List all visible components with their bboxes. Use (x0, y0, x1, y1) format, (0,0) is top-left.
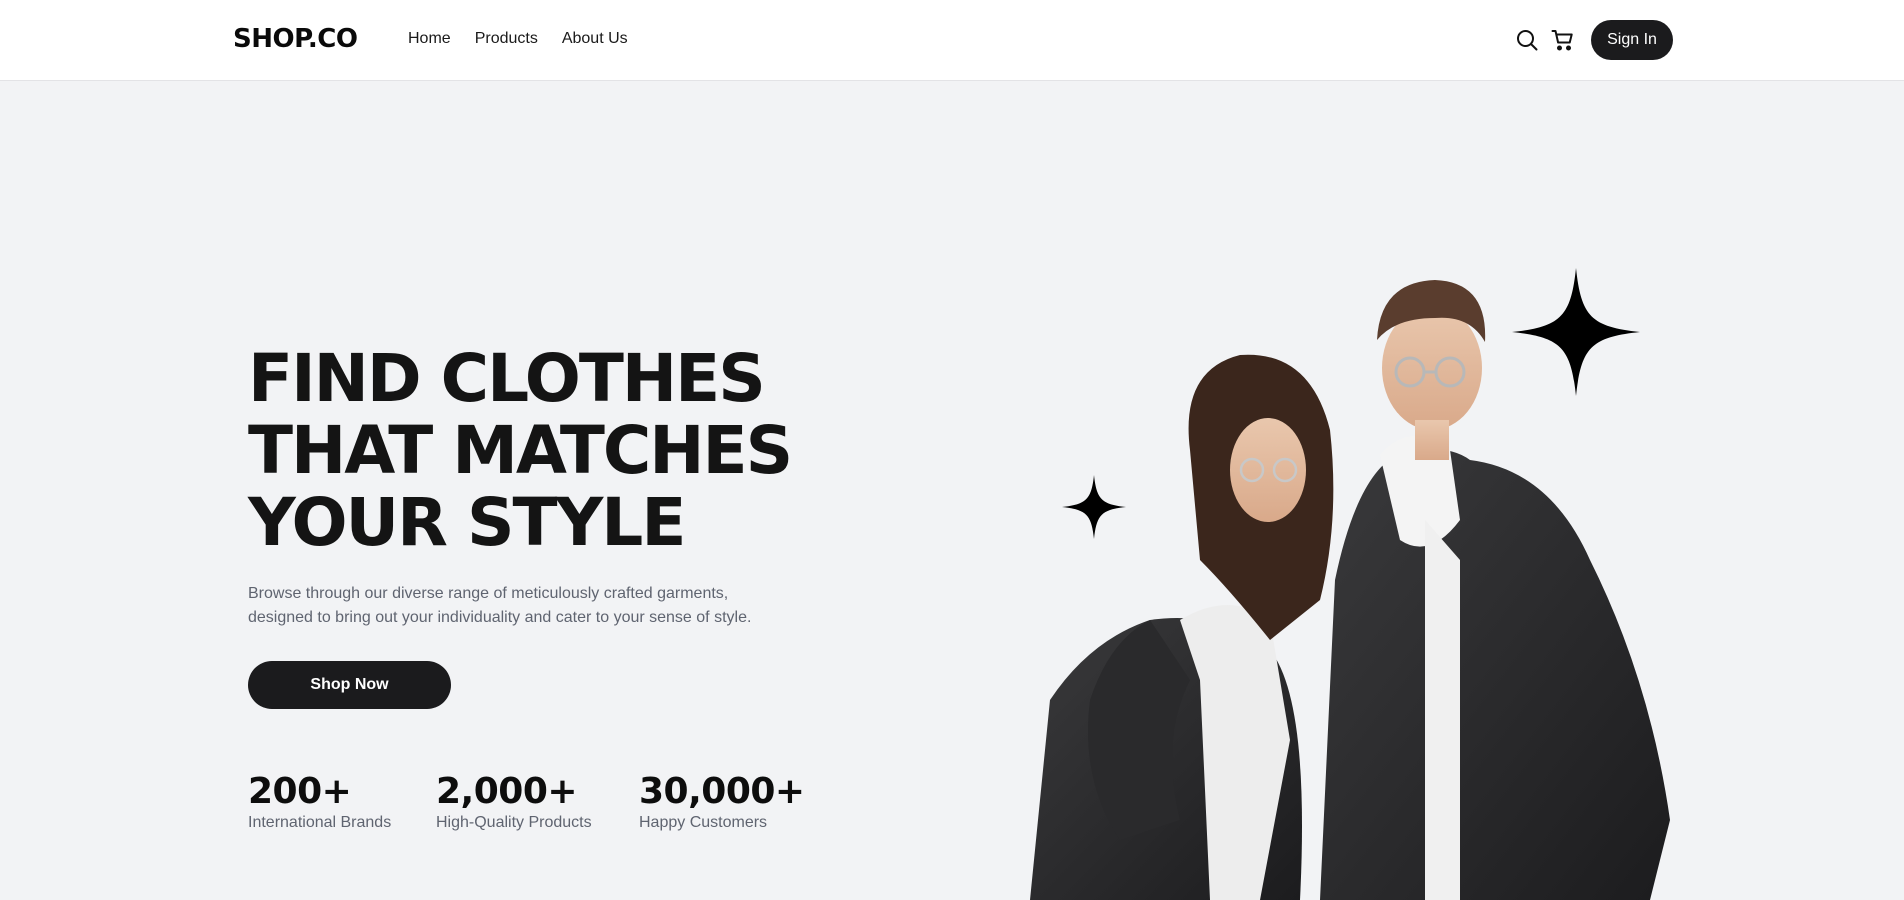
cart-icon (1551, 30, 1573, 51)
nav-link-about-us[interactable]: About Us (562, 30, 628, 48)
stat-value: 30,000+ (639, 771, 805, 812)
hero-models-image (1030, 280, 1670, 900)
brand-logo[interactable]: SHOP.CO (233, 24, 358, 54)
hero-title-line: THAT MATCHES (248, 412, 793, 489)
hero-title-line: FIND CLOTHES (248, 340, 766, 417)
nav-link-home[interactable]: Home (408, 30, 451, 48)
search-button[interactable] (1514, 27, 1540, 53)
hero-description: Browse through our diverse range of meti… (248, 582, 808, 630)
cart-button[interactable] (1550, 27, 1576, 53)
main-nav: Home Products About Us (408, 30, 628, 48)
stat-label: High-Quality Products (436, 814, 592, 831)
site-header: SHOP.CO Home Products About Us Sign In (0, 0, 1904, 81)
nav-link-products[interactable]: Products (475, 30, 538, 48)
search-icon (1517, 30, 1538, 51)
stat-international-brands: 200+ International Brands (248, 770, 391, 832)
hero-title-line: YOUR STYLE (248, 484, 686, 561)
stat-happy-customers: 30,000+ Happy Customers (639, 770, 805, 832)
hero-description-line: designed to bring out your individuality… (248, 609, 752, 626)
stat-value: 200+ (248, 771, 352, 812)
stat-high-quality-products: 2,000+ High-Quality Products (436, 770, 592, 832)
hero-title: FIND CLOTHES THAT MATCHES YOUR STYLE (248, 343, 968, 559)
shop-now-button[interactable]: Shop Now (248, 661, 451, 709)
stat-label: International Brands (248, 814, 392, 831)
stat-value: 2,000+ (436, 771, 578, 812)
sign-in-button[interactable]: Sign In (1591, 20, 1673, 60)
stat-label: Happy Customers (639, 814, 768, 831)
hero-description-line: Browse through our diverse range of meti… (248, 585, 729, 602)
